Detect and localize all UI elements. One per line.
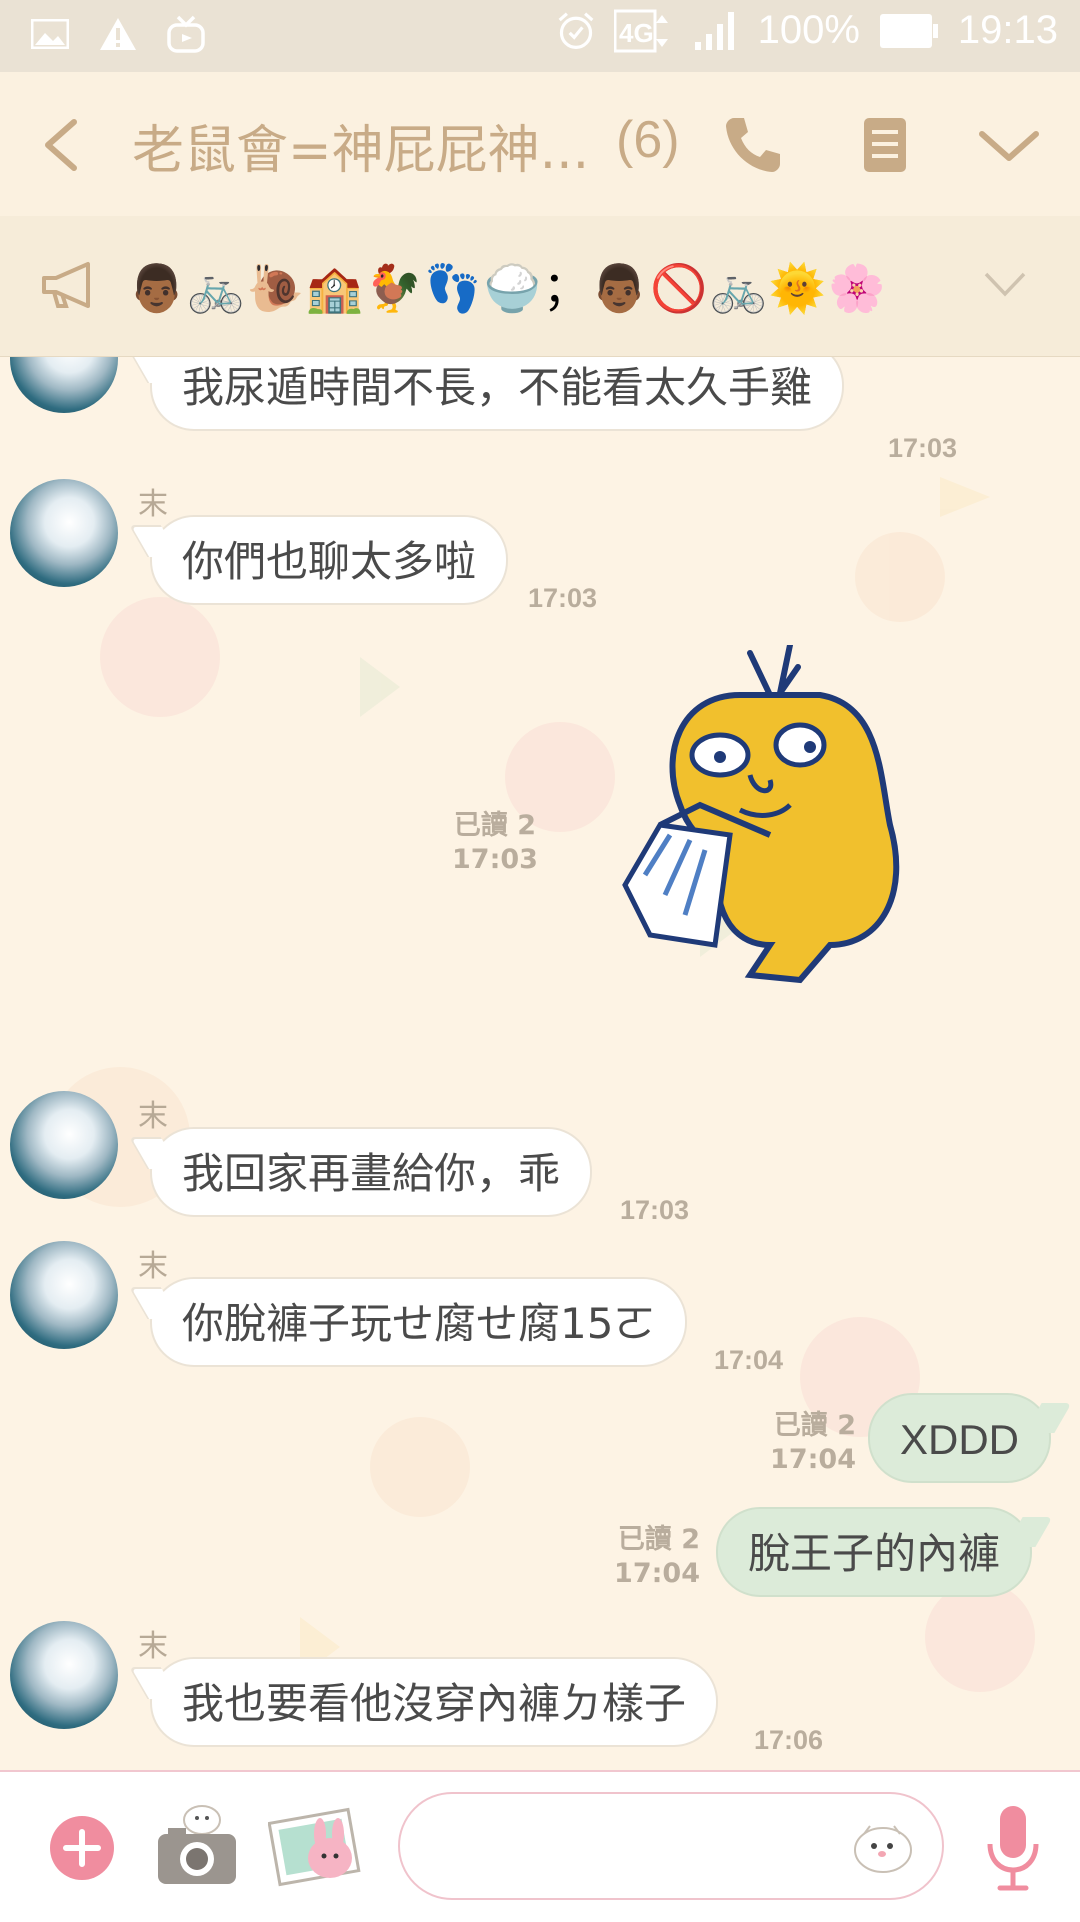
sender-name: 末: [138, 1629, 168, 1664]
read-status: 已讀 2: [773, 1410, 856, 1441]
message-bubble[interactable]: 我回家再畫給你，乖: [150, 1127, 593, 1217]
message-time: 17:03: [620, 1195, 690, 1225]
message-time: 17:03: [452, 844, 538, 875]
alarm-icon: [556, 11, 596, 51]
status-bar: 4G 100% 19:13: [0, 0, 1080, 72]
avatar[interactable]: [10, 357, 118, 413]
message-input[interactable]: [436, 1794, 860, 1900]
camera-button[interactable]: [154, 1800, 240, 1890]
message-text: XDDD: [900, 1416, 1020, 1463]
message-bubble[interactable]: 脫王子的內褲: [716, 1507, 1033, 1597]
chat-title[interactable]: 老鼠會=神屁屁神...: [132, 108, 589, 183]
sticker-icon: [854, 1825, 912, 1873]
message-time: 17:04: [770, 1444, 856, 1475]
signal-icon: [692, 11, 740, 51]
clock: 19:13: [957, 8, 1058, 52]
message-bubble[interactable]: 我尿遁時間不長，不能看太久手雞: [150, 357, 845, 431]
message-text: 你脫褲子玩せ腐せ腐15ㄛ: [182, 1299, 656, 1348]
tv-icon: [166, 14, 206, 54]
announcement-text: 👨🏾🚲🐌🏫🐓👣🍚；👨🏾🚫🚲🌞🌸: [128, 261, 888, 315]
avatar[interactable]: [10, 1621, 118, 1729]
input-bar: [0, 1770, 1080, 1922]
chevron-down-icon[interactable]: [976, 112, 1042, 178]
message-time: 17:04: [614, 1558, 700, 1589]
member-count[interactable]: (6): [616, 110, 680, 170]
avatar[interactable]: [10, 479, 118, 587]
message-time: 17:03: [528, 583, 598, 613]
chat-area[interactable]: 我尿遁時間不長，不能看太久手雞 17:03 末 你們也聊太多啦 17:03 已讀…: [0, 357, 1080, 1770]
message-time: 17:03: [888, 433, 958, 463]
network-4g-icon: 4G: [613, 9, 674, 52]
message-bubble[interactable]: 你脫褲子玩せ腐せ腐15ㄛ: [150, 1277, 688, 1367]
warning-icon: [98, 14, 138, 54]
read-receipt: 已讀 2 17:03: [440, 809, 550, 877]
announcement-bar[interactable]: 👨🏾🚲🐌🏫🐓👣🍚；👨🏾🚫🚲🌞🌸: [0, 216, 1080, 357]
read-receipt: 已讀 2 17:04: [604, 1523, 700, 1591]
sticker-button[interactable]: [850, 1812, 916, 1878]
message-text: 我回家再畫給你，乖: [182, 1149, 561, 1198]
read-status: 已讀 2: [453, 810, 537, 841]
read-receipt: 已讀 2 17:04: [760, 1409, 856, 1477]
message-text: 我尿遁時間不長，不能看太久手雞: [182, 363, 813, 412]
sender-name: 末: [138, 487, 168, 522]
notes-icon[interactable]: [852, 112, 918, 178]
sticker-image[interactable]: [620, 645, 960, 995]
phone-icon[interactable]: [720, 112, 786, 178]
photo-icon: [267, 1807, 361, 1887]
avatar[interactable]: [10, 1091, 118, 1199]
read-status: 已讀 2: [617, 1524, 700, 1555]
chat-header: 老鼠會=神屁屁神... (6): [0, 72, 1080, 216]
microphone-icon: [987, 1806, 1039, 1891]
message-text: 脫王子的內褲: [748, 1529, 1001, 1578]
megaphone-icon: [40, 260, 98, 310]
photo-button[interactable]: [267, 1802, 364, 1890]
message-text: 你們也聊太多啦: [182, 537, 477, 586]
microphone-button[interactable]: [984, 1802, 1042, 1894]
camera-icon: [158, 1805, 236, 1884]
message-time: 17:04: [714, 1345, 784, 1375]
message-bubble[interactable]: 我也要看他沒穿內褲ㄉ樣子: [150, 1657, 719, 1747]
battery-percent: 100%: [757, 8, 860, 52]
add-button[interactable]: [50, 1816, 114, 1880]
battery-icon: [878, 11, 940, 51]
message-time: 17:06: [754, 1725, 824, 1755]
avatar[interactable]: [10, 1241, 118, 1349]
svg-text:4G: 4G: [619, 18, 654, 48]
message-input-container: [398, 1792, 944, 1900]
message-bubble[interactable]: XDDD: [868, 1393, 1052, 1483]
gallery-icon: [30, 14, 70, 54]
sender-name: 末: [138, 1099, 168, 1134]
sender-name: 末: [138, 1249, 168, 1284]
back-icon[interactable]: [34, 110, 94, 180]
plus-icon: [63, 1829, 101, 1867]
message-bubble[interactable]: 你們也聊太多啦: [150, 515, 509, 605]
message-text: 我也要看他沒穿內褲ㄉ樣子: [182, 1679, 687, 1728]
expand-icon[interactable]: [982, 266, 1028, 302]
